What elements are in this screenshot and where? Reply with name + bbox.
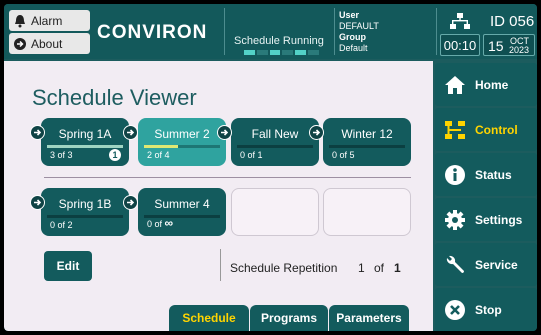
card-progress [237,145,313,148]
arrow-right-icon [309,125,324,140]
empty-schedule-slot[interactable] [231,188,319,236]
card-name: Winter 12 [341,127,393,141]
arrow-right-icon [123,125,138,140]
id-block: ID 056 00:10 15 OCT 2023 [440,4,537,59]
group-label: Group [339,32,366,42]
about-button[interactable]: About [9,33,90,54]
nav-service[interactable]: Service [435,243,537,286]
row-divider [44,177,411,178]
edit-button[interactable]: Edit [44,251,92,281]
header-divider [334,8,335,55]
nav-status[interactable]: Status [435,153,537,196]
arrow-right-icon [123,195,138,210]
repetition-of: of [374,261,385,275]
user-value: DEFAULT [339,21,379,31]
right-nav: Home Control Status Settings Service Sto… [435,61,537,331]
user-label: User [339,10,360,20]
schedule-status: Schedule Running [234,35,324,47]
chamber-id: ID 056 [490,13,535,30]
control-icon [435,120,475,140]
nav-settings[interactable]: Settings [435,198,537,241]
nav-label: Status [475,167,512,182]
infinity-symbol: ∞ [164,216,174,230]
nav-label: Control [475,122,518,137]
stop-icon [435,299,475,321]
date-day: 15 [488,38,504,54]
card-name: Summer 4 [154,197,210,211]
card-progress [47,145,123,148]
card-progress [329,145,405,148]
card-name: Spring 1B [58,197,112,211]
header-bar: Alarm About CONVIRON Schedule Running Us… [4,4,537,59]
card-count: 0 of 1 [240,150,263,160]
arrow-circle-icon [14,37,26,50]
group-value: Default [339,43,368,53]
date-display: 15 OCT 2023 [483,34,535,56]
nav-stop[interactable]: Stop [435,288,537,331]
schedule-card-summer-2[interactable]: Summer 2 2 of 4 [138,118,226,166]
card-name: Spring 1A [58,127,112,141]
user-block: User DEFAULT Group Default [339,10,379,54]
repetition-current: 1 [358,261,365,275]
nav-label: Home [475,77,509,92]
wrench-icon [435,254,475,276]
schedule-card-spring-1a[interactable]: Spring 1A 3 of 3 1 [41,118,129,166]
nav-control[interactable]: Control [435,108,537,151]
tab-schedule[interactable]: Schedule [169,305,249,331]
empty-schedule-slot[interactable] [323,188,411,236]
gear-icon [435,209,475,231]
schedule-card-fall-new[interactable]: Fall New 0 of 1 [231,118,319,166]
repetition-label: Schedule Repetition [230,261,338,275]
card-count: 0 of 2 [50,220,73,230]
about-label: About [31,36,63,51]
clock-display: 00:10 [440,34,480,56]
schedule-card-winter-12[interactable]: Winter 12 0 of 5 [323,118,411,166]
arrow-right-icon [217,125,232,140]
card-name: Summer 2 [154,127,210,141]
card-count: 0 of 5 [332,150,355,160]
alarm-button[interactable]: Alarm [9,10,90,31]
arrow-right-icon [30,125,45,140]
conviron-logo: CONVIRON [97,22,208,43]
divider [220,249,221,281]
card-progress [47,215,123,218]
nav-label: Service [475,257,518,272]
repeat-badge: 1 [109,149,121,161]
nav-label: Stop [475,302,502,317]
bell-icon [15,14,25,27]
info-icon [435,164,475,186]
header-divider [224,8,225,55]
card-name: Fall New [251,127,299,141]
main-panel: Schedule Viewer Spring 1A 3 of 3 1 Summe… [4,61,433,331]
tab-parameters[interactable]: Parameters [329,305,409,331]
card-count: 3 of 3 [50,150,73,160]
tab-programs[interactable]: Programs [250,305,328,331]
schedule-progress-bar [244,50,319,55]
alarm-label: Alarm [31,13,63,28]
screen: Alarm About CONVIRON Schedule Running Us… [4,4,537,331]
schedule-card-spring-1b[interactable]: Spring 1B 0 of 2 [41,188,129,236]
arrow-right-icon [30,195,45,210]
card-count: 0 of ∞ [147,216,174,230]
page-title: Schedule Viewer [32,85,197,110]
schedule-card-summer-4[interactable]: Summer 4 0 of ∞ [138,188,226,236]
nav-label: Settings [475,212,523,227]
home-icon [435,75,475,95]
repetition-total: 1 [394,261,401,275]
date-month-year: OCT 2023 [509,37,529,55]
card-count: 2 of 4 [147,150,170,160]
network-icon [450,13,470,29]
date-year: 2023 [509,45,530,55]
header-divider [436,8,437,55]
nav-home[interactable]: Home [435,63,537,106]
card-progress [144,145,220,148]
